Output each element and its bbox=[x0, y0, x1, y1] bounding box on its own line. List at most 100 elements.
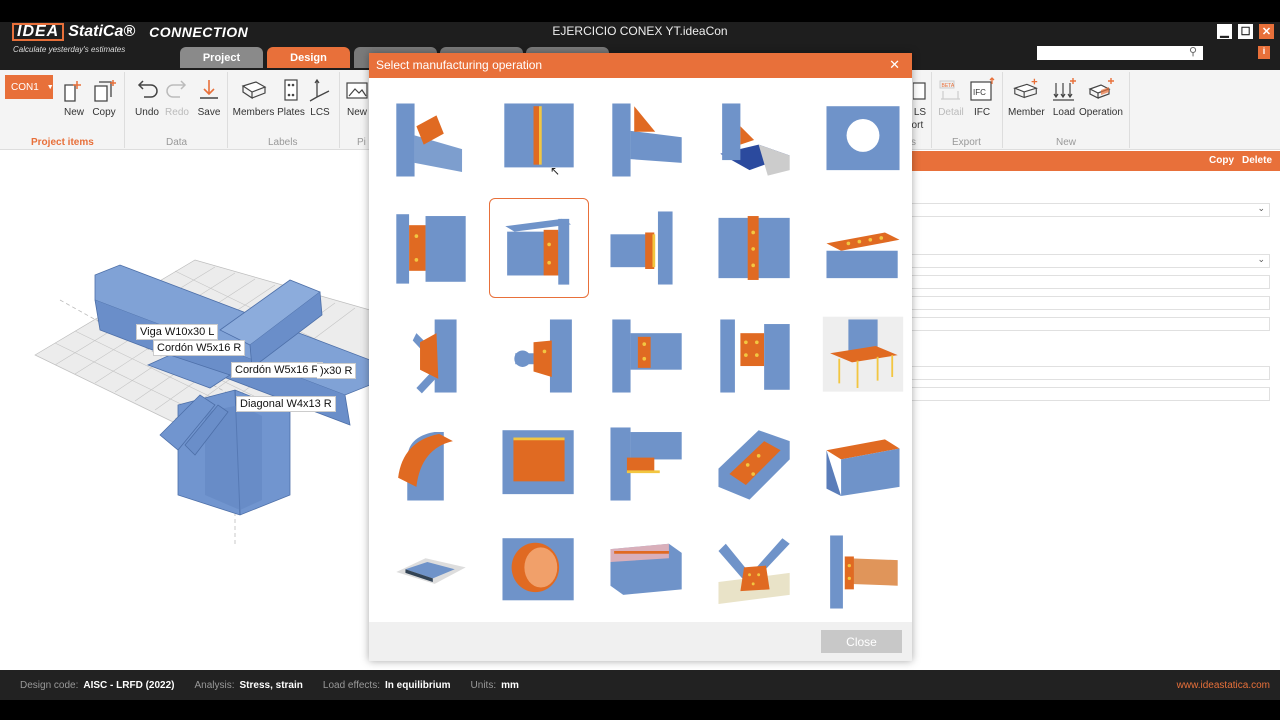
member-icon bbox=[1012, 76, 1040, 104]
operation-stiffener-thumbnail bbox=[504, 103, 574, 168]
operation-opening[interactable] bbox=[813, 90, 913, 190]
operation-shear-tab[interactable] bbox=[597, 306, 697, 406]
new-operation-button[interactable]: Operation bbox=[1079, 76, 1123, 118]
new-load-button[interactable]: Load bbox=[1050, 76, 1078, 118]
operation-tube-cleat-thumbnail bbox=[514, 319, 572, 393]
operation-truss-node[interactable] bbox=[705, 522, 805, 622]
operation-flange-plate[interactable] bbox=[813, 414, 913, 514]
member-label: Member bbox=[1008, 107, 1045, 118]
minimize-icon[interactable]: ▁ bbox=[1217, 24, 1232, 39]
load-effects-value: In equilibrium bbox=[384, 679, 451, 691]
new-picture-button[interactable]: New bbox=[343, 76, 371, 118]
save-icon bbox=[195, 76, 223, 104]
member-label-chord-1: Cordón W5x16 R bbox=[153, 340, 246, 356]
new-connection-button[interactable]: New bbox=[60, 76, 88, 118]
chevron-down-icon: ⌄ bbox=[1257, 254, 1265, 264]
operation-rib[interactable] bbox=[597, 90, 697, 190]
close-icon[interactable]: ✕ bbox=[889, 57, 900, 73]
property-field[interactable] bbox=[910, 317, 1270, 331]
operation-tube-cut[interactable] bbox=[381, 414, 481, 514]
manufacturing-operation-dialog: Select manufacturing operation ✕ Close bbox=[369, 53, 912, 661]
copy-connection-button[interactable]: Copy bbox=[90, 76, 118, 118]
operation-anchoring[interactable] bbox=[813, 306, 913, 406]
copy-operation-link[interactable]: Copy bbox=[1209, 155, 1234, 166]
member-label-chord-2: Cordón W5x16 R bbox=[231, 362, 324, 378]
ls-label: LS bbox=[913, 107, 927, 118]
units-value: mm bbox=[501, 679, 519, 691]
operation-cleat[interactable] bbox=[597, 414, 697, 514]
property-field[interactable] bbox=[910, 366, 1270, 380]
property-dropdown[interactable]: ⌄ bbox=[910, 254, 1270, 268]
redo-button[interactable]: Redo bbox=[163, 76, 191, 118]
operation-web-splice-thumbnail bbox=[718, 216, 790, 280]
close-button[interactable]: Close bbox=[821, 630, 902, 653]
mouse-cursor-icon: ↖ bbox=[550, 164, 561, 178]
detail-export-button[interactable]: BETA Detail bbox=[937, 76, 965, 118]
operation-stiffener[interactable] bbox=[489, 90, 589, 190]
operation-base-plate-thumbnail bbox=[720, 103, 790, 176]
operation-bolted-gusset[interactable] bbox=[705, 414, 805, 514]
dialog-footer: Close bbox=[369, 622, 912, 661]
group-data: Data bbox=[166, 137, 188, 148]
load-label: Load bbox=[1052, 107, 1076, 118]
members-icon bbox=[240, 76, 268, 104]
operation-gusset-plate[interactable] bbox=[381, 90, 481, 190]
operation-cleat-thumbnail bbox=[610, 427, 682, 501]
search-input[interactable] bbox=[1037, 46, 1203, 60]
operation-fin-plate[interactable] bbox=[597, 198, 697, 298]
operation-plate-on-web[interactable] bbox=[489, 414, 589, 514]
dialog-title: Select manufacturing operation bbox=[376, 58, 543, 72]
members-labels-button[interactable]: Members bbox=[232, 76, 275, 118]
website-link[interactable]: www.ideastatica.com bbox=[1177, 680, 1270, 691]
operation-end-plate-beam[interactable] bbox=[489, 198, 589, 298]
operation-cut-member[interactable] bbox=[597, 522, 697, 622]
maximize-icon[interactable]: ☐ bbox=[1238, 24, 1253, 39]
members-label: Members bbox=[232, 107, 275, 118]
ribbon-separator bbox=[931, 72, 932, 148]
analysis-label: Analysis: bbox=[194, 679, 235, 691]
operation-web-splice[interactable] bbox=[705, 198, 805, 298]
picture-new-label: New bbox=[346, 107, 367, 118]
operation-beam-extension-thumbnail bbox=[830, 535, 898, 609]
connection-selector[interactable]: CON1 ▼ bbox=[5, 75, 54, 99]
ifc-icon: IFC bbox=[968, 76, 996, 104]
operation-base-plate[interactable] bbox=[705, 90, 805, 190]
property-field[interactable] bbox=[910, 387, 1270, 401]
save-label: Save bbox=[197, 107, 221, 118]
operation-fin-plate-thumbnail bbox=[610, 211, 673, 285]
picture-icon bbox=[343, 76, 371, 104]
undo-button[interactable]: Undo bbox=[133, 76, 161, 118]
operation-flange-splice[interactable] bbox=[813, 198, 913, 298]
info-icon[interactable]: i bbox=[1258, 46, 1270, 59]
operation-end-plate-beam-thumbnail bbox=[505, 218, 572, 285]
plates-labels-button[interactable]: Plates bbox=[277, 76, 305, 118]
top-strip bbox=[0, 0, 1280, 22]
operation-flange-plate-thumbnail bbox=[826, 439, 900, 496]
search-icon[interactable]: ⚲ bbox=[1189, 45, 1197, 58]
operation-circular-opening[interactable] bbox=[489, 522, 589, 622]
3d-viewport[interactable]: Viga W10x30 L Cordón W5x16 R Cordón W5x1… bbox=[0, 150, 371, 670]
property-field[interactable] bbox=[910, 296, 1270, 310]
property-dropdown[interactable]: ⌄ bbox=[910, 203, 1270, 217]
tab-project[interactable]: Project bbox=[180, 47, 263, 68]
property-field[interactable] bbox=[910, 275, 1270, 289]
lcs-labels-button[interactable]: LCS bbox=[306, 76, 334, 118]
new-member-button[interactable]: Member bbox=[1008, 76, 1045, 118]
group-new: New bbox=[1056, 137, 1077, 148]
ifc-export-button[interactable]: IFC IFC bbox=[968, 76, 996, 118]
app-tagline: Calculate yesterday's estimates bbox=[13, 45, 126, 54]
app-window: IDEA StatiCa® CONNECTION Calculate yeste… bbox=[0, 0, 1280, 720]
operation-bracing-gusset-thumbnail bbox=[412, 319, 457, 394]
operation-weld-only[interactable] bbox=[381, 522, 481, 622]
operation-tube-cleat[interactable] bbox=[489, 306, 589, 406]
operation-beam-extension[interactable] bbox=[813, 522, 913, 622]
tab-design[interactable]: Design bbox=[267, 47, 350, 68]
operation-end-plate-column[interactable] bbox=[381, 198, 481, 298]
operation-bolted-plate[interactable] bbox=[705, 306, 805, 406]
delete-operation-link[interactable]: Delete bbox=[1242, 155, 1272, 166]
detail-label: Detail bbox=[938, 107, 964, 118]
close-window-icon[interactable]: ✕ bbox=[1259, 24, 1274, 39]
operation-bracing-gusset[interactable] bbox=[381, 306, 481, 406]
operation-rib-thumbnail bbox=[612, 103, 682, 177]
save-button[interactable]: Save bbox=[195, 76, 223, 118]
